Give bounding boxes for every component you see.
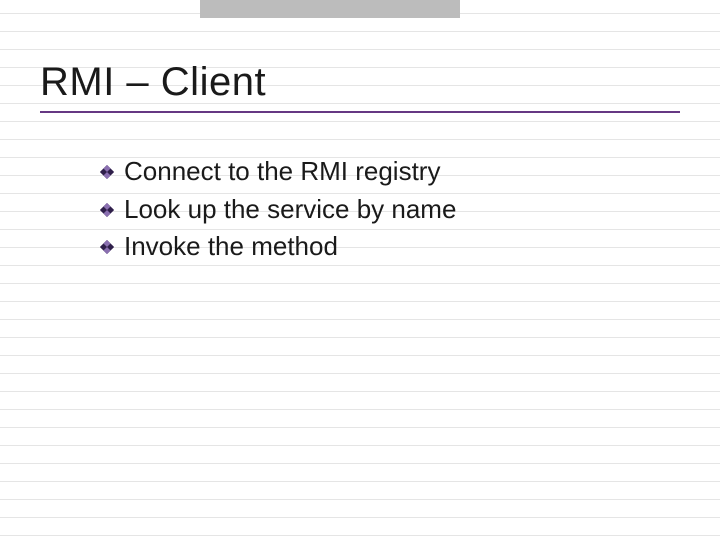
bullet-list: Connect to the RMI registry Look up the … — [100, 153, 680, 266]
list-item: Look up the service by name — [100, 191, 680, 229]
slide: RMI – Client Connect to the RMI registry… — [0, 0, 720, 540]
diamond-bullet-icon — [100, 165, 114, 179]
slide-title: RMI – Client — [40, 60, 680, 105]
list-item: Connect to the RMI registry — [100, 153, 680, 191]
list-item: Invoke the method — [100, 228, 680, 266]
bullet-text: Connect to the RMI registry — [124, 153, 440, 191]
bullet-text: Invoke the method — [124, 228, 338, 266]
diamond-bullet-icon — [100, 240, 114, 254]
bullet-text: Look up the service by name — [124, 191, 456, 229]
diamond-bullet-icon — [100, 203, 114, 217]
title-underline — [40, 111, 680, 113]
